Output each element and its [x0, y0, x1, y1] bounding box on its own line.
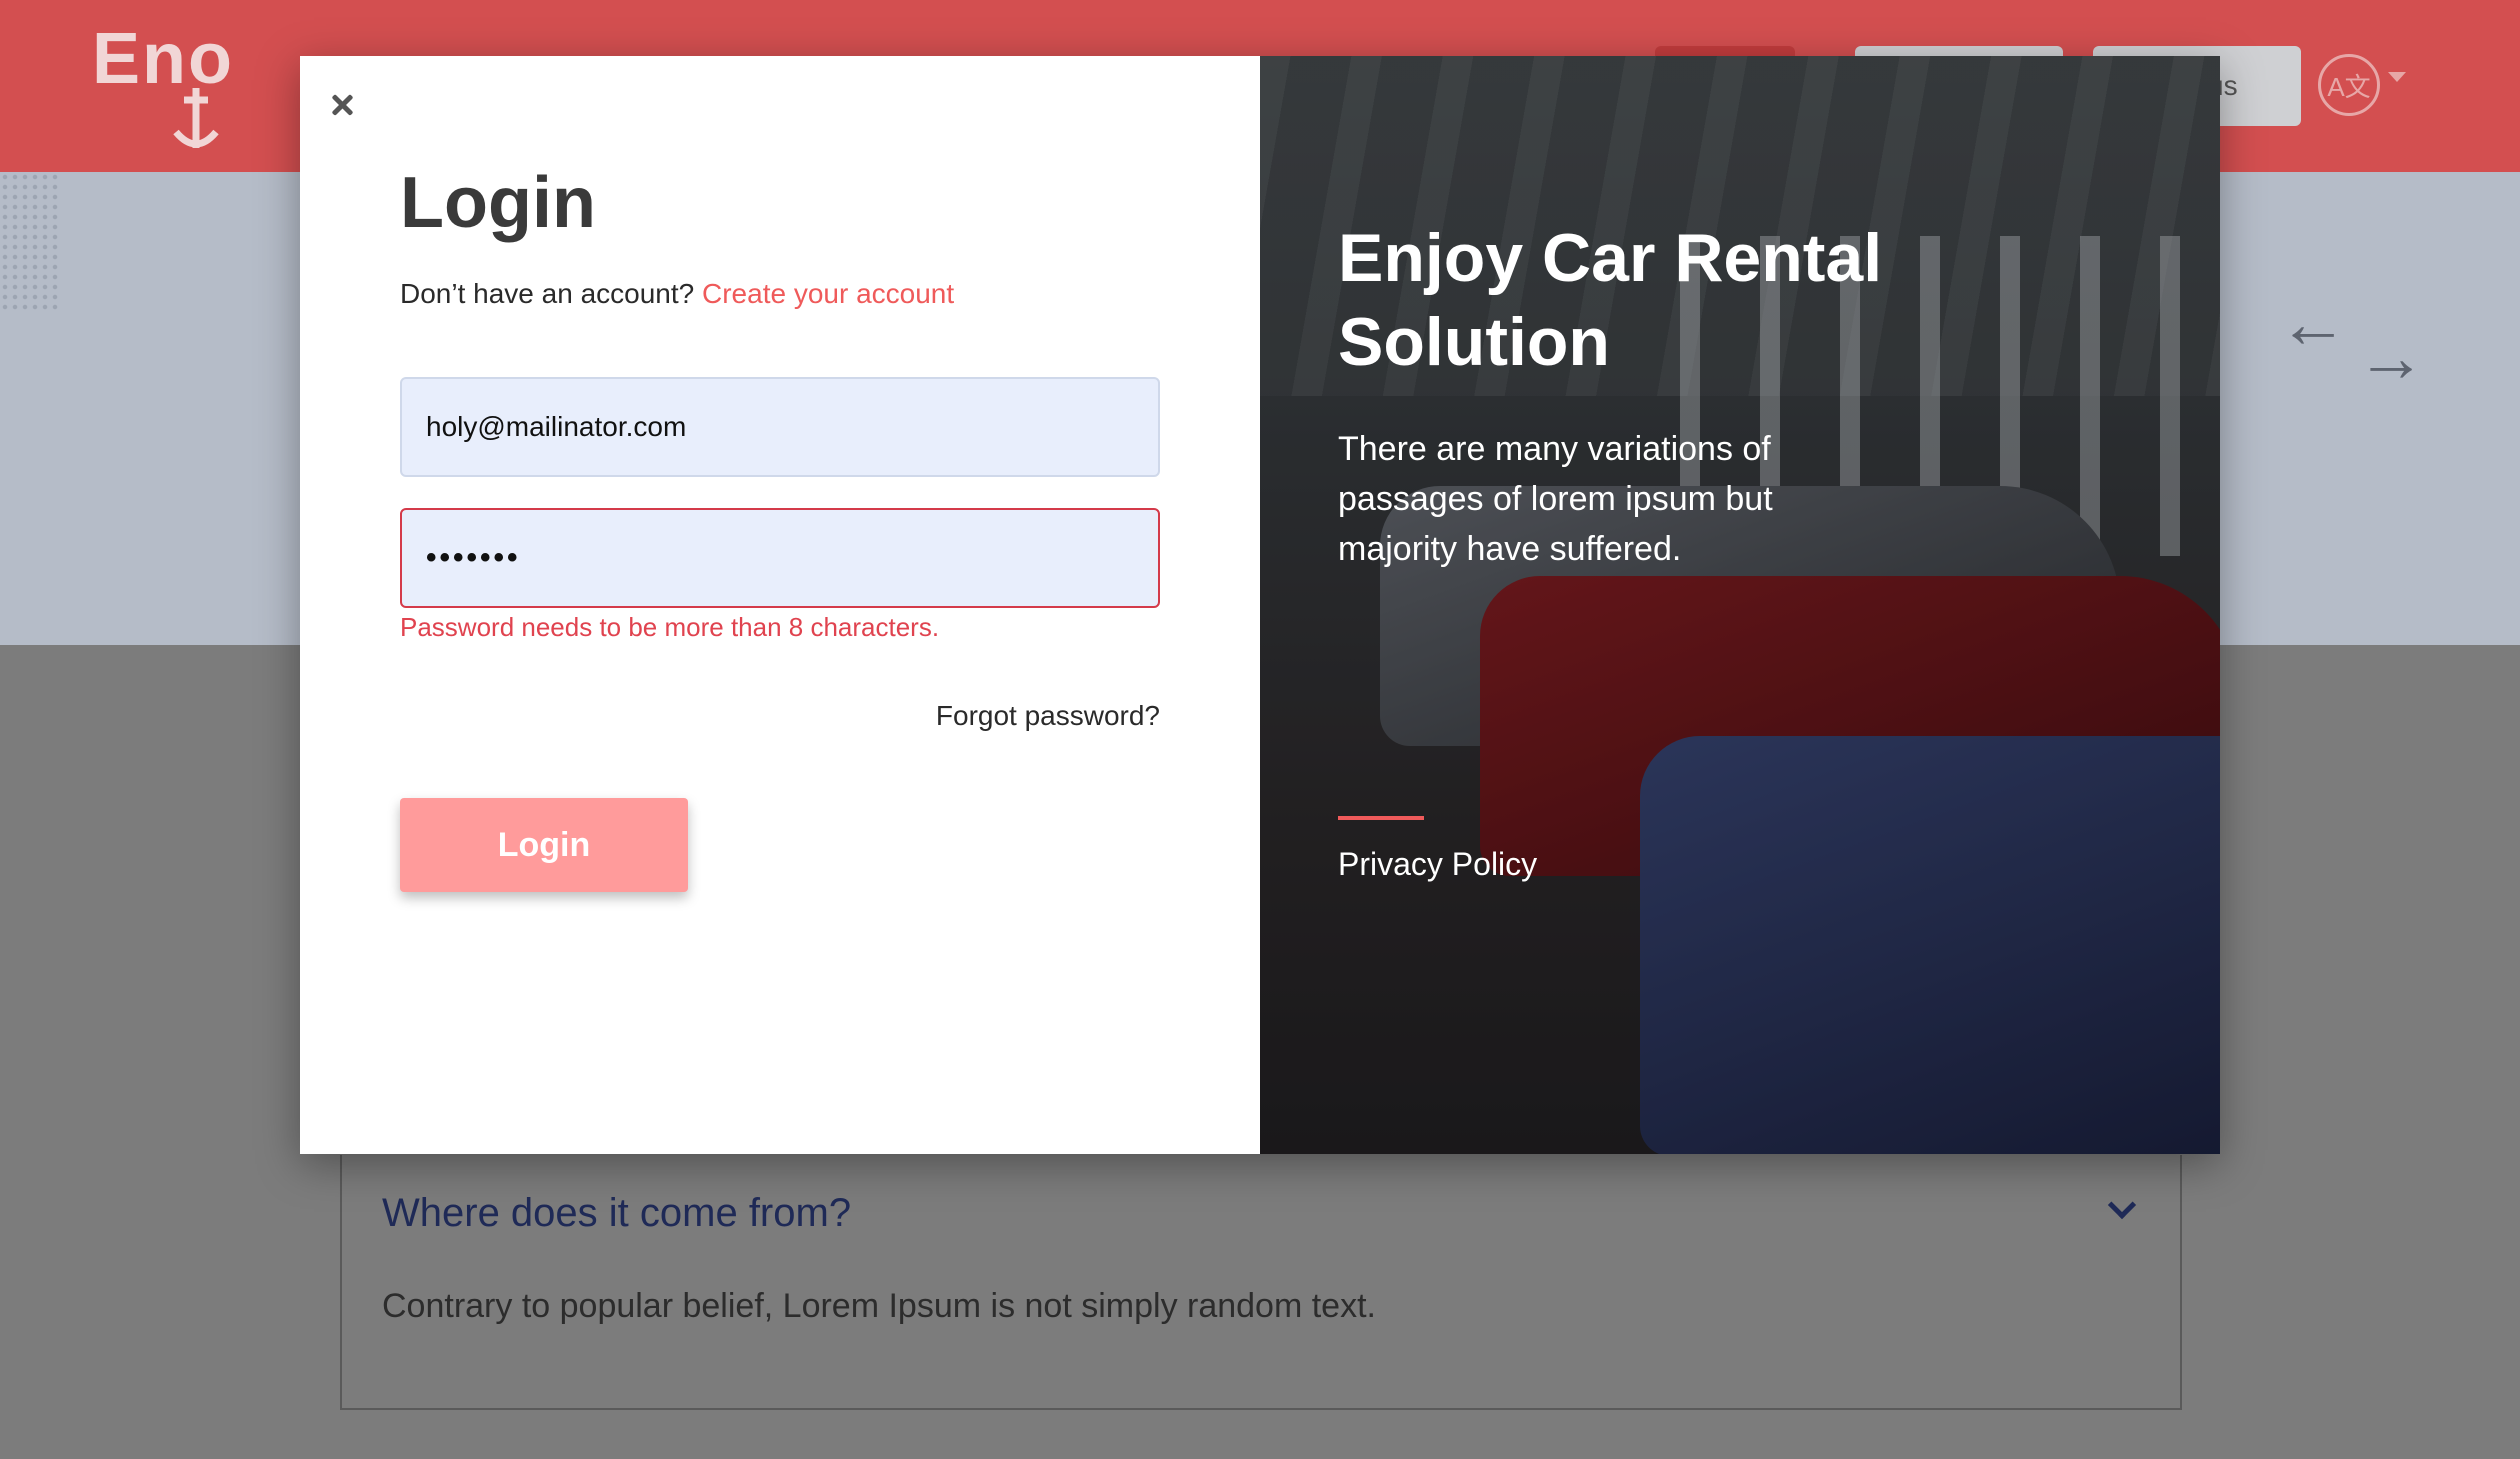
email-field[interactable]: holy@mailinator.com	[400, 377, 1160, 477]
email-field-value: holy@mailinator.com	[426, 411, 687, 442]
password-field[interactable]: •••••••	[400, 508, 1160, 608]
anchor-icon	[173, 88, 219, 148]
arrow-right-icon[interactable]: →	[2356, 322, 2426, 392]
signup-prompt-text: Don’t have an account?	[400, 278, 695, 309]
globe-translate-icon[interactable]: A文	[2318, 54, 2380, 116]
promo-divider	[1338, 816, 1424, 820]
chevron-down-icon[interactable]	[2107, 1190, 2137, 1220]
decorative-dots	[0, 172, 60, 312]
password-error-message: Password needs to be more than 8 charact…	[400, 612, 940, 642]
login-modal: Login Don’t have an account? Create your…	[300, 56, 2220, 1154]
promo-panel: Enjoy Car Rental Solution There are many…	[1260, 56, 2220, 1154]
faq-accordion-item: Where does it come from? Contrary to pop…	[340, 1155, 2182, 1410]
chevron-down-icon[interactable]	[2388, 72, 2406, 82]
create-account-link[interactable]: Create your account	[702, 278, 954, 309]
arrow-left-icon[interactable]: ←	[2278, 288, 2348, 358]
login-form-panel: Login Don’t have an account? Create your…	[300, 56, 1260, 1154]
promo-title: Enjoy Car Rental Solution	[1338, 220, 1883, 380]
forgot-password-link[interactable]: Forgot password?	[936, 700, 1160, 732]
login-title: Login	[400, 163, 596, 243]
faq-question[interactable]: Where does it come from?	[382, 1191, 851, 1236]
faq-answer: Contrary to popular belief, Lorem Ipsum …	[382, 1287, 1376, 1325]
signup-prompt: Don’t have an account? Create your accou…	[400, 278, 954, 310]
close-icon[interactable]	[324, 88, 360, 124]
site-logo[interactable]: Eno	[92, 18, 234, 158]
promo-text: There are many variations of passages of…	[1338, 430, 1773, 568]
password-field-value: •••••••	[426, 541, 521, 574]
privacy-policy-link[interactable]: Privacy Policy	[1338, 846, 1537, 883]
login-button[interactable]: Login	[400, 798, 688, 892]
